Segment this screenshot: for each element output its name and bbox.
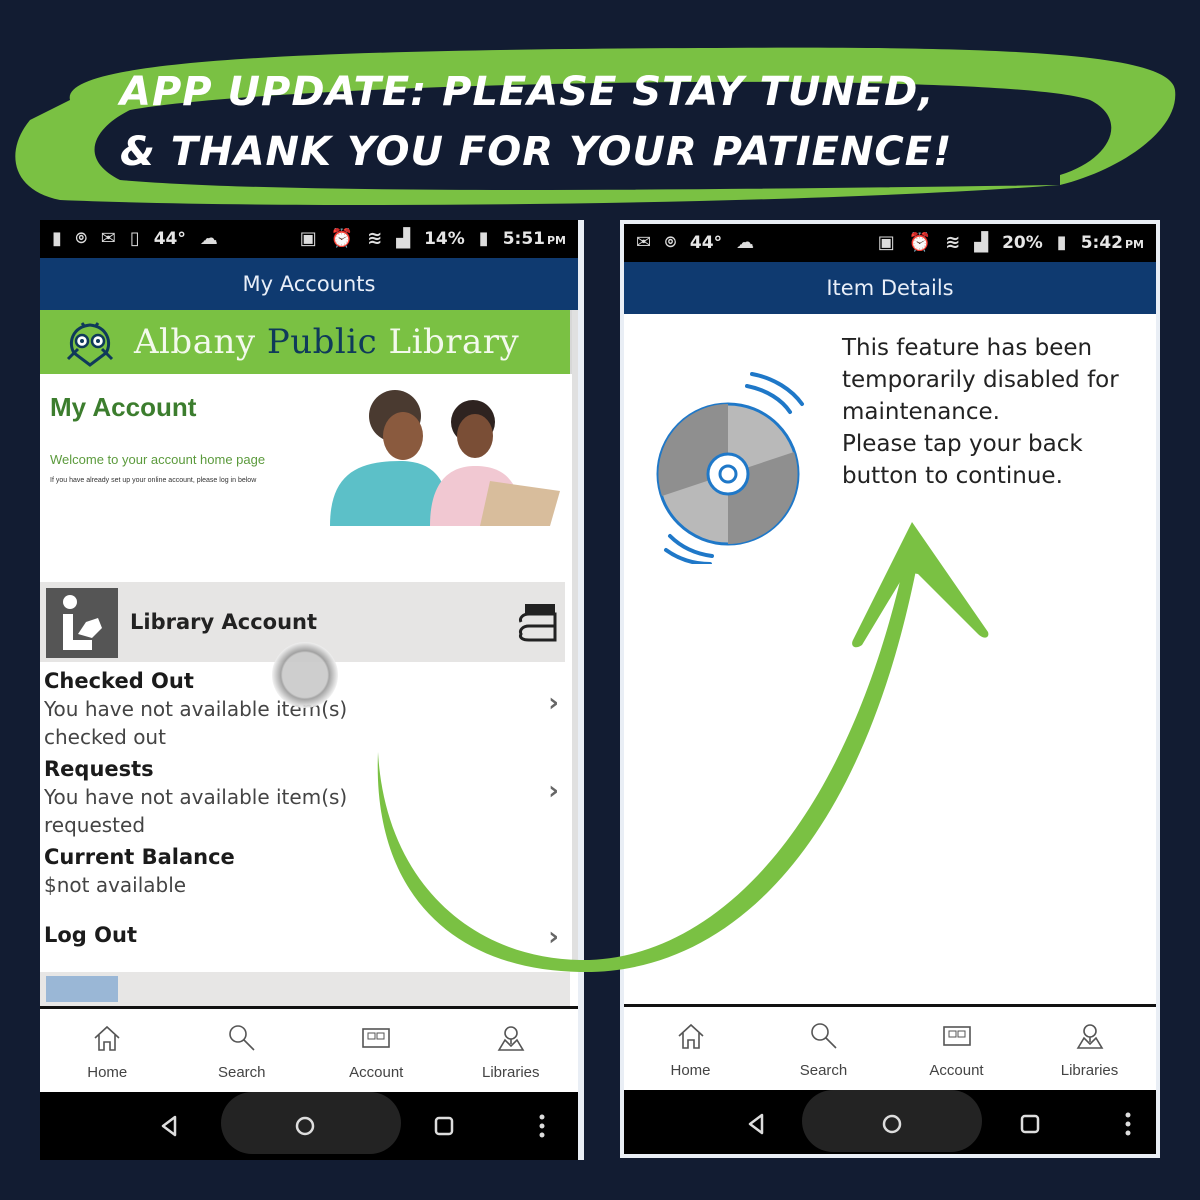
banner-line-2: & Thank You For Your Patience! — [120, 129, 953, 175]
library-name: Albany Public Library — [134, 322, 520, 362]
tab-account[interactable]: Account — [890, 1008, 1023, 1090]
android-nav-bar — [40, 1092, 578, 1160]
tab-libraries[interactable]: Libraries — [444, 1010, 579, 1092]
family-photo — [330, 390, 560, 526]
android-nav-bar — [624, 1090, 1156, 1154]
phone-screenshot-item-details: ✉ ⌾ 44° ☁ ▣ ⏰ ≋ ▟ 20% ▮ 5:42 PM Item Deta… — [620, 220, 1160, 1158]
tabbar-divider — [624, 1004, 1156, 1007]
vibrate-icon: ▣ — [877, 232, 895, 253]
device-icon: ▯ — [129, 228, 140, 249]
alarm-icon: ⏰ — [908, 232, 932, 253]
account-card-icon — [362, 1027, 391, 1048]
temperature: 44° — [689, 233, 723, 253]
maintenance-message: This feature has been temporarily disabl… — [842, 335, 1119, 489]
chevron-right-icon: › — [548, 688, 559, 718]
library-reader-icon — [46, 588, 118, 658]
signal-icon: ▟ — [974, 232, 989, 253]
bottom-tab-bar: Home Search Account Libraries — [624, 1008, 1156, 1090]
my-account-section: My Account Welcome to your account home … — [40, 374, 578, 544]
current-balance-item: Current Balance $not available — [44, 845, 235, 897]
log-out-item[interactable]: Log Out › — [44, 922, 569, 952]
more-options-button[interactable] — [528, 1112, 556, 1140]
battery-alert-icon: ▮ — [52, 228, 62, 249]
tab-home[interactable]: Home — [40, 1010, 175, 1092]
signal-icon: ▟ — [396, 228, 411, 249]
requests-item[interactable]: Requests You have not available item(s) … — [44, 756, 569, 839]
alarm-icon: ⏰ — [330, 228, 354, 249]
battery-percent: 20% — [1002, 233, 1043, 253]
wifi-icon: ≋ — [367, 228, 383, 249]
tab-search[interactable]: Search — [175, 1010, 310, 1092]
search-icon — [810, 1022, 837, 1049]
wifi-icon: ≋ — [945, 232, 961, 253]
phone-screenshot-my-accounts: ▮ ⌾ ✉ ▯ 44° ☁ ▣ ⏰ ≋ ▟ 14% ▮ 5:51 PM My Ac… — [40, 220, 584, 1160]
back-button[interactable] — [155, 1112, 183, 1140]
library-header: Albany Public Library — [40, 310, 578, 374]
cloud-icon: ☁ — [736, 232, 755, 253]
back-button[interactable] — [742, 1110, 770, 1138]
chevron-right-icon: › — [548, 922, 559, 952]
section-thumbnail — [46, 976, 118, 1002]
bottom-tab-bar: Home Search Account Libraries — [40, 1010, 578, 1092]
recents-button[interactable] — [430, 1112, 458, 1140]
status-bar: ✉ ⌾ 44° ☁ ▣ ⏰ ≋ ▟ 20% ▮ 5:42 PM — [624, 224, 1156, 262]
page-title: Item Details — [624, 262, 1156, 314]
owl-logo-icon — [66, 322, 114, 367]
battery-percent: 14% — [424, 229, 465, 249]
mail-icon: ✉ — [636, 232, 652, 253]
more-options-button[interactable] — [1114, 1110, 1142, 1138]
tab-account[interactable]: Account — [309, 1010, 444, 1092]
collapsed-section-bar[interactable] — [40, 972, 570, 1006]
clock: 5:42 PM — [1080, 233, 1144, 253]
tab-search[interactable]: Search — [757, 1008, 890, 1090]
home-icon — [94, 1025, 120, 1051]
page-title: My Accounts — [40, 258, 578, 310]
scrollbar[interactable] — [572, 310, 578, 970]
libraries-map-icon — [497, 1025, 525, 1051]
announcement-banner: App Update: Please Stay Tuned, & Thank Y… — [0, 0, 1200, 215]
my-account-title: My Account — [50, 392, 197, 422]
home-button[interactable] — [291, 1112, 319, 1140]
home-button[interactable] — [878, 1110, 906, 1138]
clock: 5:51 PM — [502, 229, 566, 249]
search-icon — [228, 1024, 255, 1051]
tab-home[interactable]: Home — [624, 1008, 757, 1090]
cloud-icon: ☁ — [199, 228, 218, 249]
tab-libraries[interactable]: Libraries — [1023, 1008, 1156, 1090]
recents-button[interactable] — [1016, 1110, 1044, 1138]
books-stack-icon — [519, 604, 557, 642]
status-bar: ▮ ⌾ ✉ ▯ 44° ☁ ▣ ⏰ ≋ ▟ 14% ▮ 5:51 PM — [40, 220, 578, 258]
banner-line-1: App Update: Please Stay Tuned, — [120, 69, 935, 115]
chevron-right-icon: › — [548, 776, 559, 806]
battery-icon: ▮ — [1056, 232, 1067, 253]
battery-icon: ▮ — [478, 228, 489, 249]
location-icon: ⌾ — [75, 228, 87, 249]
login-note: If you have already set up your online a… — [50, 477, 257, 484]
home-icon — [677, 1023, 704, 1049]
welcome-text: Welcome to your account home page — [50, 452, 266, 467]
spinning-disc-icon — [656, 372, 804, 564]
loading-spinner — [272, 642, 338, 708]
location-icon: ⌾ — [665, 232, 676, 253]
vibrate-icon: ▣ — [299, 228, 317, 249]
mail-icon: ✉ — [100, 228, 116, 249]
libraries-map-icon — [1076, 1023, 1103, 1049]
temperature: 44° — [153, 229, 186, 249]
account-card-icon — [942, 1025, 971, 1046]
tabbar-divider — [40, 1006, 578, 1009]
library-account-title: Library Account — [130, 610, 318, 634]
